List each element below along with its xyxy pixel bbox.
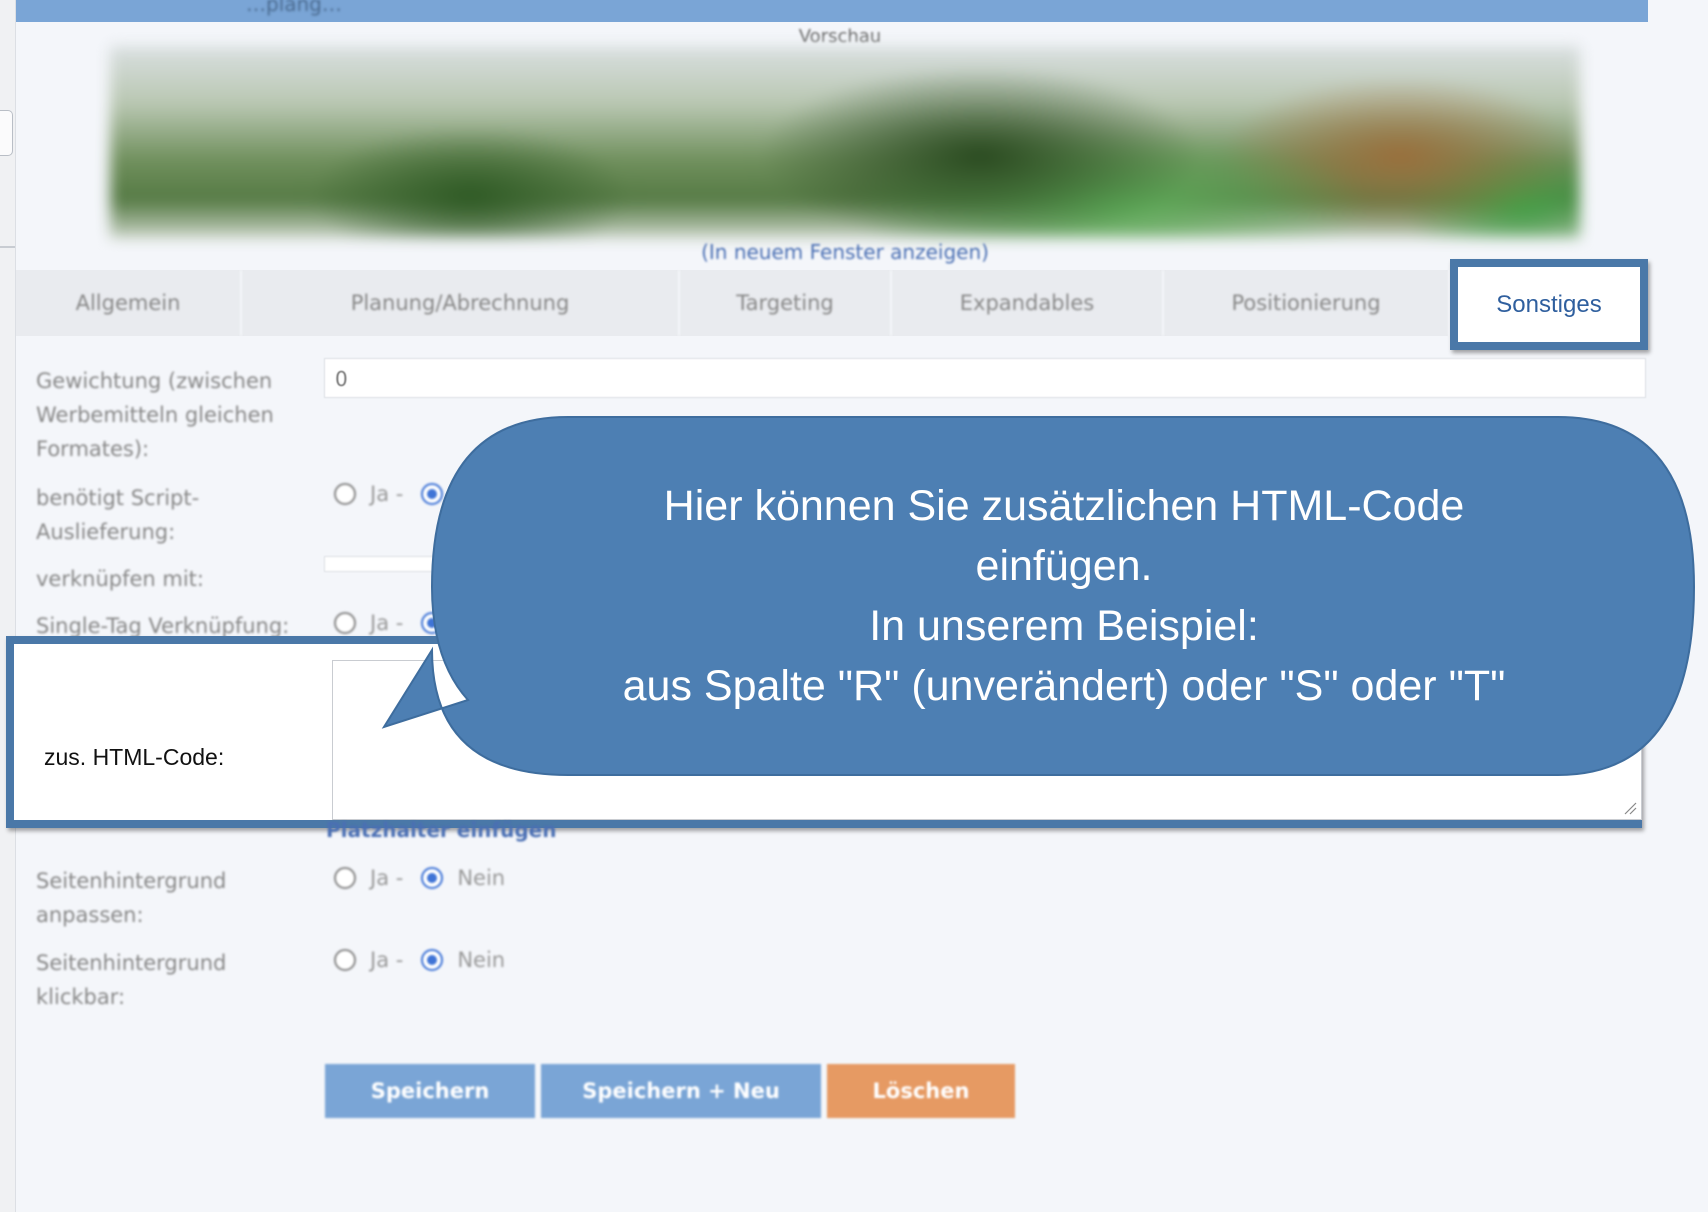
save-new-button[interactable]: Speichern + Neu <box>541 1064 821 1118</box>
tab-planung-abrechnung[interactable]: Planung/Abrechnung <box>242 270 680 336</box>
single-tag-no-radio[interactable] <box>421 612 444 634</box>
weighting-label: Gewichtung (zwischen Werbemitteln gleich… <box>36 369 274 461</box>
link-with-label: verknüpfen mit: <box>36 567 204 591</box>
background-clickable-yes-radio[interactable] <box>334 949 356 971</box>
page-background-yes-radio[interactable] <box>334 867 356 889</box>
callout-text: Hier können Sie zusätzlichen HTML-Code e… <box>470 476 1658 716</box>
single-tag-yes-radio[interactable] <box>334 612 356 634</box>
preview-banner-image <box>110 46 1580 238</box>
background-clickable-no-label: Nein <box>457 948 506 972</box>
tab-sonstiges[interactable]: Sonstiges <box>1450 259 1648 350</box>
tab-sonstiges-label: Sonstiges <box>1496 290 1602 318</box>
single-tag-radio-group: Ja - <box>334 611 457 635</box>
tab-expandables[interactable]: Expandables <box>892 270 1164 336</box>
background-clickable-yes-label: Ja - <box>370 948 404 972</box>
callout-line-2: einfügen. <box>975 542 1153 590</box>
callout-line-4: aus Spalte "R" (unverändert) oder "S" od… <box>622 662 1506 710</box>
preview-label: Vorschau <box>798 26 882 47</box>
callout-line-3: In unserem Beispiel: <box>869 602 1259 650</box>
page-background-yes-label: Ja - <box>370 866 404 890</box>
callout-line-1: Hier können Sie zusätzlichen HTML-Code <box>663 482 1465 530</box>
html-code-label: zus. HTML-Code: <box>44 744 225 770</box>
save-button[interactable]: Speichern <box>325 1064 535 1118</box>
page-background-radio-group: Ja - Nein <box>334 866 505 890</box>
sidebar-divider <box>0 246 15 248</box>
left-sidebar-edge <box>0 0 16 1212</box>
background-clickable-no-radio[interactable] <box>421 949 444 971</box>
tab-bar: Allgemein Planung/Abrechnung Targeting E… <box>16 270 1450 336</box>
open-in-new-window-link[interactable]: (In neuem Fenster anzeigen) <box>660 240 1030 264</box>
background-clickable-radio-group: Ja - Nein <box>334 948 505 972</box>
script-delivery-yes-radio[interactable] <box>334 483 356 505</box>
tab-targeting[interactable]: Targeting <box>680 270 892 336</box>
single-tag-yes-label: Ja - <box>370 611 404 635</box>
header-bar: …plang… <box>16 0 1648 22</box>
background-clickable-label: Seitenhintergrund klickbar: <box>36 951 227 1009</box>
script-delivery-radio-group: Ja - <box>334 482 457 506</box>
page-background-no-label: Nein <box>457 866 506 890</box>
resize-handle-icon[interactable] <box>1623 801 1637 815</box>
script-delivery-yes-label: Ja - <box>370 482 404 506</box>
delete-button[interactable]: Löschen <box>827 1064 1015 1118</box>
insert-placeholder-link[interactable]: Platzhalter einfügen <box>326 818 556 842</box>
sidebar-collapse-handle[interactable] <box>0 110 13 156</box>
header-title: …plang… <box>246 0 342 16</box>
tab-positionierung[interactable]: Positionierung <box>1164 270 1450 336</box>
weighting-input[interactable]: 0 <box>324 358 1646 398</box>
tab-allgemein[interactable]: Allgemein <box>16 270 242 336</box>
script-delivery-no-radio[interactable] <box>421 483 444 505</box>
script-delivery-label: benötigt Script-Auslieferung: <box>36 486 200 544</box>
page-background-no-radio[interactable] <box>421 867 444 889</box>
page-background-label: Seitenhintergrund anpassen: <box>36 869 227 927</box>
